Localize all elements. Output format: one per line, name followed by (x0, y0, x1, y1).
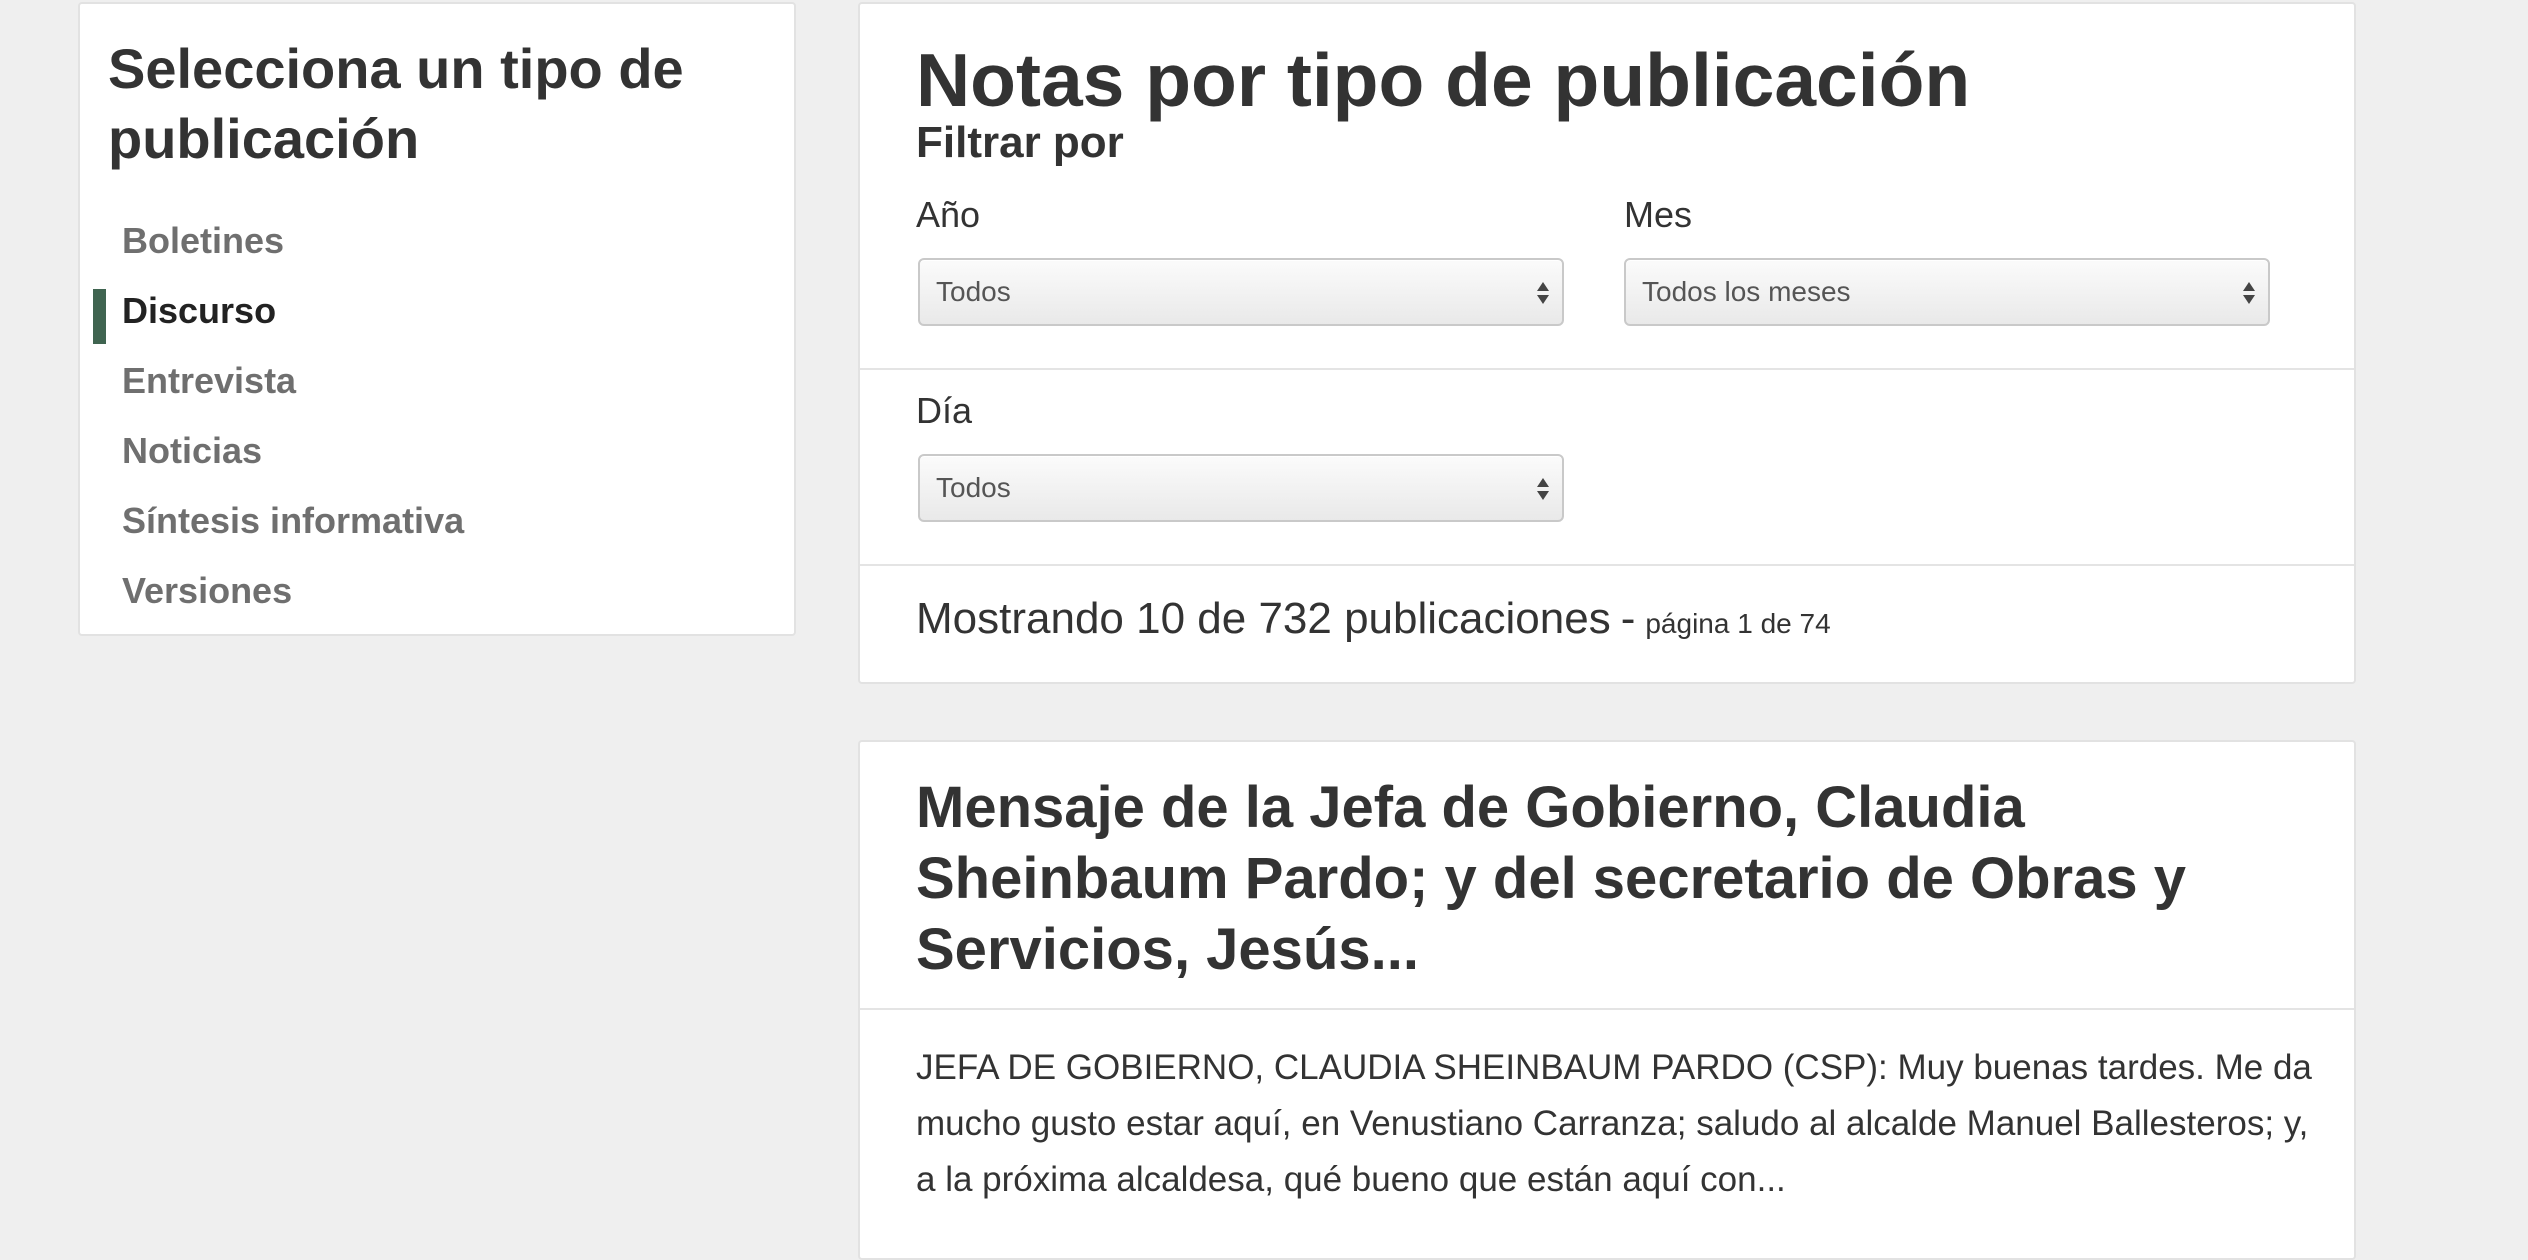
year-label: Año (916, 194, 981, 235)
sidebar-item-sintesis-informativa[interactable]: Síntesis informativa (80, 486, 794, 556)
sidebar-item-noticias[interactable]: Noticias (80, 416, 794, 486)
sidebar-title: Selecciona un tipo de publicación (108, 37, 684, 170)
day-select[interactable]: Todos (918, 454, 1564, 522)
month-label: Mes (1624, 194, 1693, 235)
article-title[interactable]: Mensaje de la Jefa de Gobierno, Claudia … (916, 772, 2236, 985)
filter-heading: Filtrar por (916, 118, 1124, 167)
divider (860, 564, 2354, 566)
divider (860, 1008, 2354, 1010)
publication-type-list: Boletines Discurso Entrevista Noticias S… (80, 206, 794, 626)
month-select-value: Todos los meses (1642, 276, 1851, 307)
sidebar-item-discurso[interactable]: Discurso (80, 276, 794, 346)
results-summary: Mostrando 10 de 732 publicaciones - página… (916, 594, 1831, 644)
results-count: Mostrando 10 de 732 publicaciones (916, 594, 1611, 643)
results-separator: - (1620, 594, 1636, 643)
divider (860, 368, 2354, 370)
year-select-value: Todos (936, 276, 1011, 307)
up-down-arrows-icon (1537, 282, 1549, 304)
sidebar-item-boletines[interactable]: Boletines (80, 206, 794, 276)
day-label: Día (916, 390, 973, 431)
day-select-value: Todos (936, 472, 1011, 503)
year-select[interactable]: Todos (918, 258, 1564, 326)
article-card: Mensaje de la Jefa de Gobierno, Claudia … (858, 740, 2356, 1260)
sidebar-item-versiones[interactable]: Versiones (80, 556, 794, 626)
page-title: Notas por tipo de publicación (916, 38, 1971, 122)
up-down-arrows-icon (1537, 478, 1549, 500)
up-down-arrows-icon (2243, 282, 2255, 304)
filter-panel: Notas por tipo de publicación Filtrar po… (858, 2, 2356, 684)
page-indicator: página 1 de 74 (1645, 608, 1831, 639)
publication-type-sidebar: Selecciona un tipo de publicación Boleti… (78, 2, 796, 636)
month-select[interactable]: Todos los meses (1624, 258, 2270, 326)
article-excerpt: JEFA DE GOBIERNO, CLAUDIA SHEINBAUM PARD… (916, 1048, 2312, 1199)
sidebar-item-entrevista[interactable]: Entrevista (80, 346, 794, 416)
